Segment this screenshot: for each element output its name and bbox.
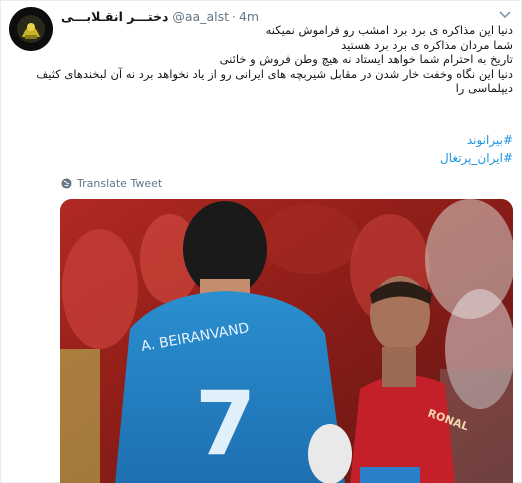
globe-icon xyxy=(61,177,72,189)
translate-tweet-button[interactable]: Translate Tweet xyxy=(61,175,162,191)
avatar[interactable] xyxy=(9,7,53,51)
jersey-number: 7 xyxy=(195,372,256,475)
hashtag-link[interactable]: #ایران_پرتغال xyxy=(61,149,513,167)
tweet-text-line: شما مردان مذاکره ی برد برد هستید xyxy=(341,37,513,52)
tweet-text-line: دنیا این مذاکره ی برد برد امشب رو فراموش… xyxy=(265,23,513,37)
tweet-photo[interactable]: A. BEIRANVAND 7 RONAL xyxy=(60,199,513,483)
tweet-card[interactable]: دختـــر انقـلابـــی @aa_alst · 4m دنیا ا… xyxy=(0,0,522,483)
separator-dot: · xyxy=(232,8,236,24)
tweet-text-line: تاریخ به احترام شما خواهد ایستاد نه هیچ … xyxy=(219,52,513,67)
display-name[interactable]: دختـــر انقـلابـــی xyxy=(61,9,168,24)
tweet-text-line: دنیا این نگاه وخفت خار شدن در مقابل شیرب… xyxy=(36,66,513,81)
tweet-text-line: دیپلماسی را xyxy=(455,81,513,96)
hashtag-link[interactable]: #بیرانوند xyxy=(61,131,513,149)
translate-label[interactable]: Translate Tweet xyxy=(77,177,162,190)
user-handle[interactable]: @aa_alst xyxy=(172,9,229,24)
chevron-down-icon[interactable] xyxy=(499,11,511,19)
tweet-timestamp[interactable]: 4m xyxy=(239,9,259,24)
tweet-text: دنیا این مذاکره ی برد برد امشب رو فراموش… xyxy=(36,23,513,96)
hashtag-list: #بیرانوند #ایران_پرتغال xyxy=(61,131,513,167)
